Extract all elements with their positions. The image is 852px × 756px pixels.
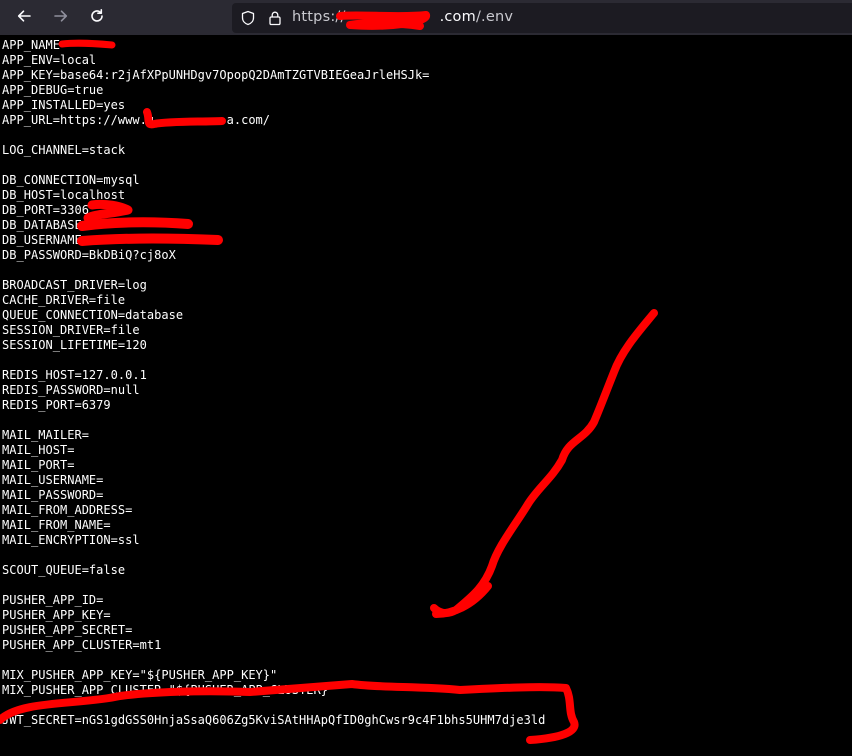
reload-icon [89,8,105,28]
env-line: SESSION_DRIVER=file [2,323,140,337]
url-scheme: https:// [292,9,346,25]
env-line: REDIS_PASSWORD=null [2,383,140,397]
env-line [2,698,852,713]
env-line: MAIL_ENCRYPTION=ssl [2,533,140,547]
env-line: MAIL_MAILER= [2,428,89,442]
arrow-left-icon [16,8,32,28]
env-line: APP_DEBUG=true [2,83,104,97]
env-line: PUSHER_APP_ID= [2,593,104,607]
env-line: APP_KEY=base64:r2jAfXPpUNHDgv7OpopQ2DAmT… [2,68,430,82]
env-line: APP_ENV=local [2,53,97,67]
browser-toolbar: https:// .com/.env [0,0,852,35]
back-button[interactable] [11,5,37,31]
env-line: MAIL_FROM_NAME= [2,518,111,532]
env-line: BROADCAST_DRIVER=log [2,278,147,292]
env-line: MAIL_USERNAME= [2,473,104,487]
env-line: SCOUT_QUEUE=false [2,563,126,577]
reload-button[interactable] [84,5,110,31]
env-line: LOG_CHANNEL=stack [2,143,126,157]
env-line [2,353,852,368]
env-line: APP_NAME= [2,38,68,52]
env-line: DB_USERNAME= [2,233,89,247]
env-line: QUEUE_CONNECTION=database [2,308,184,322]
env-line: MIX_PUSHER_APP_KEY="${PUSHER_APP_KEY}" [2,668,278,682]
env-line: JWT_SECRET=nGS1gdGSS0HnjaSsaQ606Zg5KviSA… [2,713,546,727]
env-line [2,413,852,428]
env-line: REDIS_HOST=127.0.0.1 [2,368,147,382]
env-line [2,263,852,278]
forward-button[interactable] [48,5,74,31]
env-line: PUSHER_APP_CLUSTER=mt1 [2,638,162,652]
env-line: APP_INSTALLED=yes [2,98,126,112]
lock-icon[interactable] [267,10,283,26]
env-line: DB_CONNECTION=mysql [2,173,140,187]
env-line: DB_HOST=localhost [2,188,126,202]
address-bar[interactable]: https:// .com/.env [232,3,852,33]
env-line: DB_PORT=3306 [2,203,89,217]
arrow-right-icon [53,8,69,28]
env-line [2,653,852,668]
env-line: CACHE_DRIVER=file [2,293,126,307]
env-line: SESSION_LIFETIME=120 [2,338,147,352]
env-line: PUSHER_APP_KEY= [2,608,111,622]
shield-icon[interactable] [240,10,256,26]
url-host: .com [439,9,476,25]
env-line: MAIL_PASSWORD= [2,488,104,502]
env-line [2,128,852,143]
url-text[interactable]: https:// .com/.env [292,9,513,25]
env-line: MAIL_FROM_ADDRESS= [2,503,133,517]
env-line: MAIL_HOST= [2,443,75,457]
env-line: REDIS_PORT=6379 [2,398,111,412]
env-line [2,548,852,563]
env-line: DB_DATABASE= [2,218,89,232]
env-line [2,578,852,593]
env-line: DB_PASSWORD=BkDBiQ?cj8oX [2,248,176,262]
env-file-content: APP_NAME= APP_ENV=local APP_KEY=base64:r2j… [2,38,852,728]
env-line [2,158,852,173]
env-line: MIX_PUSHER_APP_CLUSTER="${PUSHER_APP_CLU… [2,683,336,697]
env-line: MAIL_PORT= [2,458,75,472]
env-line: PUSHER_APP_SECRET= [2,623,133,637]
url-path: /.env [475,9,514,25]
env-line: APP_URL=https://www.g a.com/ [2,113,271,127]
